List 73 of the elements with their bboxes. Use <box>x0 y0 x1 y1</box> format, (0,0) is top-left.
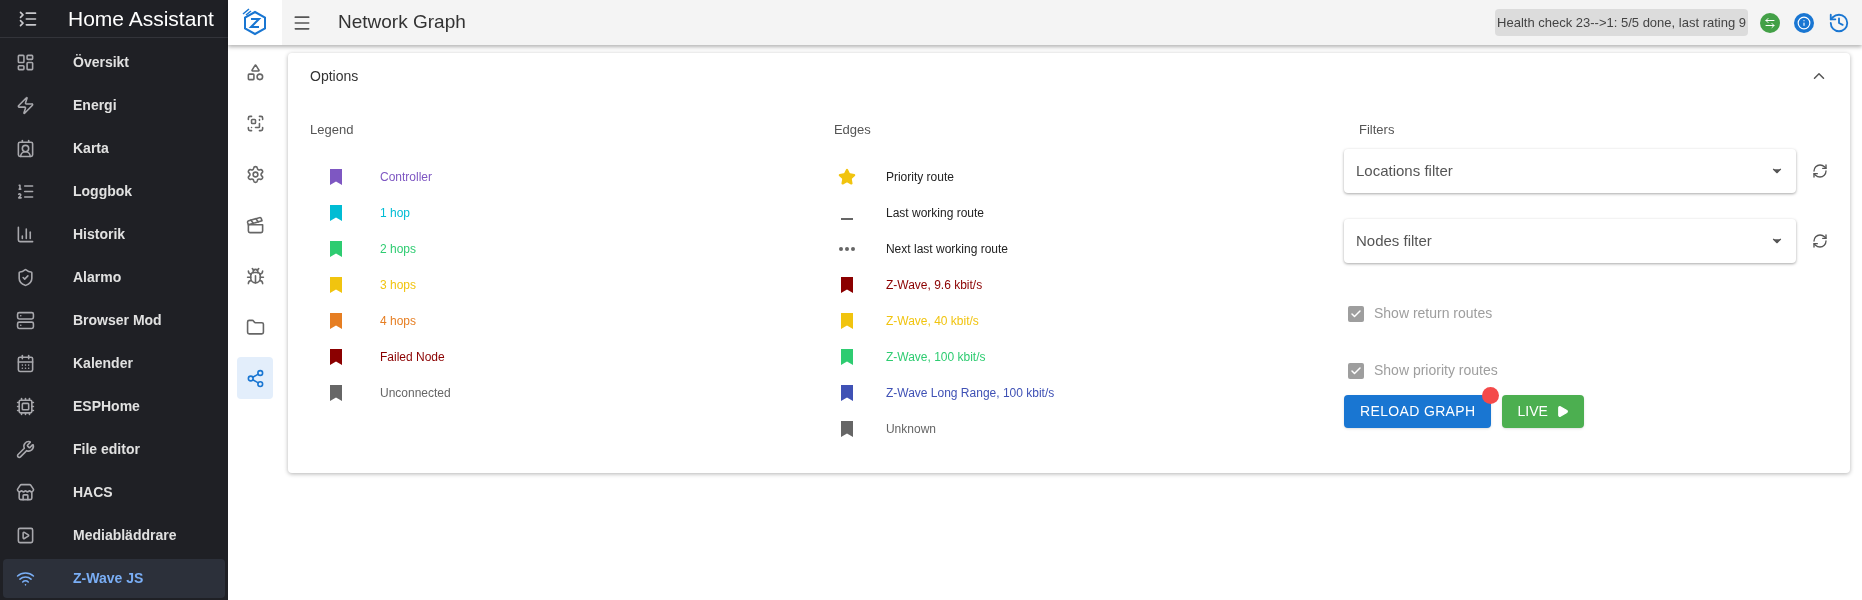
legend-label: 2 hops <box>380 241 417 258</box>
page-title: Network Graph <box>338 10 466 35</box>
edge-label: Priority route <box>885 169 954 186</box>
sidebar-item[interactable]: Energi <box>3 86 225 125</box>
shield-icon <box>16 268 35 287</box>
edge-label: Last working route <box>885 205 984 222</box>
check-icon <box>1350 307 1362 320</box>
signal-waves-icon <box>16 569 35 588</box>
info-button[interactable] <box>1794 12 1814 33</box>
play-icon <box>1555 405 1569 418</box>
bug-icon <box>245 266 265 286</box>
legend-label: 4 hops <box>380 313 417 330</box>
edge-label: Unknown <box>885 421 936 438</box>
sidebar-item[interactable]: ESPHome <box>3 387 225 426</box>
list-icon <box>16 182 35 201</box>
info-icon <box>1797 15 1811 30</box>
wrench-icon <box>16 440 35 459</box>
sidebar-item[interactable]: Översikt <box>3 43 225 82</box>
server-icon <box>16 311 35 330</box>
sidebar-item[interactable]: Loggbok <box>3 172 225 211</box>
sidebar-item[interactable]: File editor <box>3 430 225 469</box>
history-button[interactable] <box>1828 11 1850 34</box>
calendar-icon <box>16 354 35 373</box>
store-icon <box>16 483 35 502</box>
sidebar-item[interactable]: HACS <box>3 473 225 512</box>
chip-icon <box>16 397 35 416</box>
legend-heading: Legend <box>310 121 354 139</box>
sidebar-item[interactable]: Kalender <box>3 344 225 383</box>
filter-dropdown[interactable]: Nodes filter <box>1344 219 1796 263</box>
reload-graph-button[interactable]: RELOAD GRAPH <box>1344 395 1492 428</box>
options-title: Options <box>310 66 359 86</box>
rail-button[interactable] <box>237 357 273 399</box>
menu-collapse-icon <box>18 8 38 29</box>
play-icon <box>16 526 35 545</box>
edge-label: Z-Wave Long Range, 100 kbit/s <box>885 385 1055 402</box>
sidebar-item[interactable]: Historik <box>3 215 225 254</box>
lightning-icon <box>16 96 35 115</box>
edge-label: Next last working route <box>885 241 1008 258</box>
refresh-button[interactable] <box>1812 233 1828 249</box>
edge-label: Z-Wave, 9.6 kbit/s <box>885 277 983 294</box>
legend-label: Controller <box>380 169 433 186</box>
swap-button[interactable] <box>1760 12 1780 33</box>
clapperboard-icon <box>245 215 265 235</box>
filter-dropdown[interactable]: Locations filter <box>1344 149 1796 193</box>
refresh-button[interactable] <box>1812 163 1828 179</box>
folder-icon <box>245 317 265 337</box>
edges-heading: Edges <box>833 121 871 139</box>
legend-label: Unconnected <box>380 385 451 402</box>
swap-arrows-icon <box>1764 16 1776 29</box>
person-card-icon <box>16 139 35 158</box>
sidebar-item[interactable]: Mediabläddrare <box>3 516 225 555</box>
sidebar-item[interactable]: Karta <box>3 129 225 168</box>
bar-chart-icon <box>16 225 35 244</box>
filters-heading: Filters <box>1359 121 1395 139</box>
legend-label: 3 hops <box>380 277 417 294</box>
edge-label: Z-Wave, 40 kbit/s <box>885 313 979 330</box>
share-icon <box>245 368 265 388</box>
sidebar-item[interactable]: Z-Wave JS <box>3 559 225 598</box>
sidebar-item[interactable]: Browser Mod <box>3 301 225 340</box>
qr-code-icon <box>245 113 265 133</box>
history-icon <box>1828 11 1850 34</box>
dashboard-icon <box>16 53 35 72</box>
widgets-icon <box>245 62 265 82</box>
settings-icon <box>245 164 265 184</box>
refresh-icon <box>1812 233 1828 249</box>
edge-label: Z-Wave, 100 kbit/s <box>885 349 986 366</box>
check-icon <box>1350 364 1362 377</box>
status-message: Health check 23-->1: 5/5 done, last rating 9 <box>1495 8 1748 37</box>
legend-label: 1 hop <box>380 205 411 222</box>
refresh-icon <box>1812 163 1828 179</box>
sidebar-item[interactable]: Alarmo <box>3 258 225 297</box>
legend-label: Failed Node <box>380 349 445 366</box>
app-title: Home Assistant <box>68 5 214 32</box>
